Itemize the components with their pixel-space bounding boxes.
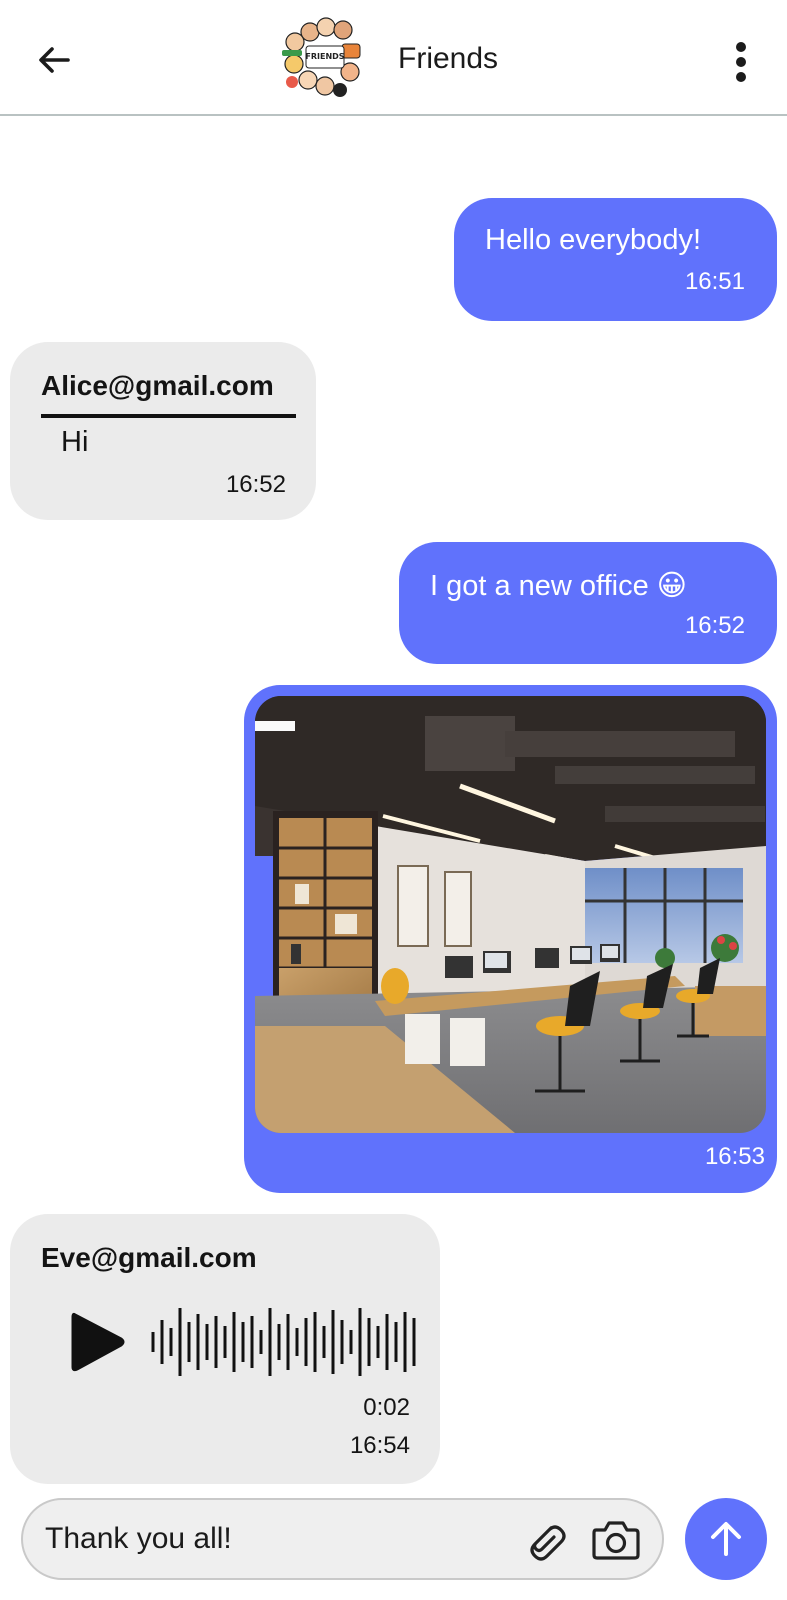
sender-name: Eve@gmail.com [41, 1242, 257, 1273]
message-time: 16:51 [684, 268, 745, 295]
back-button[interactable] [26, 32, 82, 88]
play-button[interactable] [62, 1302, 132, 1382]
chat-screen: FRIENDS Friends Hello everybody! 16:51 A… [0, 0, 787, 1600]
office-photo[interactable] [255, 696, 766, 1133]
chat-title[interactable]: Friends [398, 42, 498, 76]
group-avatar[interactable]: FRIENDS [280, 16, 370, 102]
paperclip-icon [530, 1525, 566, 1561]
message-composer [21, 1498, 664, 1580]
message-text: Hi [61, 426, 89, 458]
chat-header: FRIENDS Friends [0, 0, 787, 116]
message-time: 16:53 [704, 1143, 765, 1170]
message-text: I got a new office 😀 [430, 570, 688, 602]
waveform-icon [151, 1308, 416, 1376]
arrow-left-icon [39, 47, 70, 73]
send-button[interactable] [685, 1498, 767, 1580]
message-time: 16:54 [349, 1432, 410, 1459]
message-bubble-outgoing[interactable]: Hello everybody! 16:51 [454, 198, 777, 321]
message-bubble-incoming[interactable]: Alice@gmail.com Hi 16:52 [10, 342, 316, 520]
message-time: 16:52 [225, 471, 286, 498]
message-time: 16:52 [684, 612, 745, 639]
more-vert-icon [736, 42, 746, 82]
sender-underline [41, 414, 296, 418]
more-options-button[interactable] [716, 34, 766, 90]
voice-duration: 0:02 [363, 1394, 410, 1421]
voice-message-bubble[interactable]: Eve@gmail.com 0:02 16:54 [10, 1214, 440, 1484]
svg-text:FRIENDS: FRIENDS [305, 52, 344, 61]
message-bubble-outgoing[interactable]: I got a new office 😀 16:52 [399, 542, 777, 664]
arrow-up-icon [711, 1522, 741, 1556]
camera-button[interactable] [586, 1514, 646, 1566]
message-text: Hello everybody! [485, 224, 701, 256]
sender-name: Alice@gmail.com [41, 370, 274, 401]
image-message-bubble[interactable]: 16:53 [244, 685, 777, 1193]
message-input[interactable] [45, 1510, 515, 1568]
play-icon [71, 1312, 125, 1372]
camera-icon [592, 1521, 640, 1560]
attach-button[interactable] [517, 1514, 573, 1566]
